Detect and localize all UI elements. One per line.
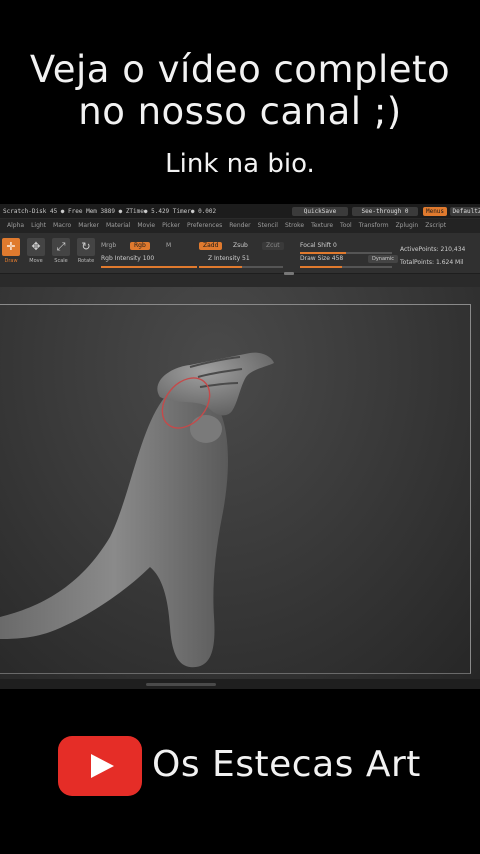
draw-icon: ✛ [2,238,20,256]
total-points-readout: TotalPoints: 1.624 Mil [400,259,464,266]
zadd-toggle[interactable]: Zadd [199,242,223,250]
see-through-slider[interactable]: See-through 0 [352,207,418,216]
active-points-readout: ActivePoints: 210,434 [400,246,466,253]
rotate-tool-label: Rotate [77,258,95,264]
scale-icon: ⤢ [52,238,70,256]
bottom-shelf-grip[interactable] [146,683,216,686]
z-intensity-slider[interactable]: Z Intensity 51 [208,255,250,262]
default-zscript-button[interactable]: DefaultZ [450,207,480,216]
menu-item-movie[interactable]: Movie [137,219,155,233]
draw-tool-label: Draw [4,258,18,264]
menu-item-tool[interactable]: Tool [340,219,352,233]
rgb-toggle[interactable]: Rgb [130,242,150,250]
rgb-intensity-track[interactable] [101,266,197,268]
menu-item-picker[interactable]: Picker [162,219,180,233]
zbrush-window: Scratch-Disk 45 ● Free Mem 3889 ● ZTime●… [0,204,480,689]
menu-bar: Alpha Light Macro Marker Material Movie Picker… [0,219,480,233]
draw-size-track[interactable] [300,266,392,268]
bio-link-text: Link na bio. [165,149,315,179]
dynamic-toggle[interactable]: Dynamic [368,255,399,263]
memory-stats: Scratch-Disk 45 ● Free Mem 3889 ● ZTime●… [3,208,217,215]
headline-line-1: Veja o vídeo completo [29,48,451,91]
channel-name: Os Estecas Art [152,744,421,785]
zsub-toggle[interactable]: Zsub [233,242,248,249]
menu-item-stroke[interactable]: Stroke [285,219,304,233]
focal-shift-slider[interactable]: Focal Shift 0 [300,242,337,249]
menu-item-preferences[interactable]: Preferences [187,219,222,233]
menu-item-alpha[interactable]: Alpha [7,219,24,233]
move-icon: ✥ [27,238,45,256]
mrgb-toggle[interactable]: Mrgb [101,242,116,249]
draw-tool-button[interactable]: ✛ Draw [0,238,22,268]
menu-item-render[interactable]: Render [229,219,250,233]
title-bar: Scratch-Disk 45 ● Free Mem 3889 ● ZTime●… [0,204,480,218]
move-tool-label: Move [29,258,43,264]
menu-item-stencil[interactable]: Stencil [258,219,278,233]
menu-item-zplugin[interactable]: Zplugin [396,219,419,233]
rotate-tool-button[interactable]: ↻ Rotate [75,238,97,268]
quicksave-button[interactable]: QuickSave [292,207,348,216]
shelf-grip[interactable] [284,272,294,275]
z-intensity-track[interactable] [199,266,283,268]
m-toggle[interactable]: M [166,242,171,249]
menu-item-transform[interactable]: Transform [359,219,389,233]
headline-line-2: no nosso canal ;) [78,90,402,133]
menu-item-marker[interactable]: Marker [78,219,99,233]
rgb-intensity-slider[interactable]: Rgb Intensity 100 [101,255,154,262]
menu-item-material[interactable]: Material [106,219,130,233]
document-border [0,304,471,674]
menu-item-light[interactable]: Light [31,219,46,233]
youtube-logo-icon [58,736,142,796]
scale-tool-button[interactable]: ⤢ Scale [50,238,72,268]
menu-item-macro[interactable]: Macro [53,219,71,233]
move-tool-button[interactable]: ✥ Move [25,238,47,268]
scale-tool-label: Scale [54,258,68,264]
menu-item-zscript[interactable]: Zscript [425,219,446,233]
top-shelf: ✛ Draw ✥ Move ⤢ Scale ↻ Rotate Mrgb Rgb … [0,233,480,274]
menu-item-texture[interactable]: Texture [311,219,333,233]
draw-size-slider[interactable]: Draw Size 458 [300,255,343,262]
bottom-shelf [0,679,480,689]
zcut-toggle[interactable]: Zcut [262,242,284,250]
menus-button[interactable]: Menus [423,207,447,216]
rotate-icon: ↻ [77,238,95,256]
focal-shift-track[interactable] [300,252,392,254]
